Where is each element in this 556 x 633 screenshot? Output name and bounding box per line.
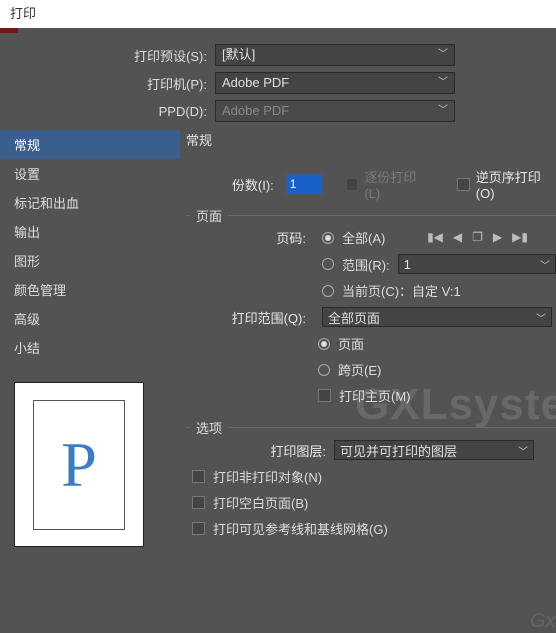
pages-current-label: 当前页(C)：自定 V:1	[342, 281, 461, 300]
prev-page-icon[interactable]: ◀	[453, 230, 462, 244]
section-title: 常规	[186, 130, 556, 149]
first-page-icon[interactable]: ▮◀	[427, 230, 443, 244]
print-guides-checkbox[interactable]	[192, 522, 205, 535]
printrange-label: 打印范围(Q):	[190, 308, 314, 327]
chevron-down-icon: ﹀	[438, 45, 448, 65]
sidebar-item-advanced[interactable]: 高级	[0, 304, 180, 333]
sidebar-item-general[interactable]: 常规	[0, 130, 180, 159]
pages-all-radio[interactable]	[322, 232, 334, 244]
print-blank-checkbox[interactable]	[192, 496, 205, 509]
options-legend: 选项	[190, 418, 228, 437]
collate-label: 逐份打印(L)	[364, 167, 429, 201]
main-panel: 打印预设(S): [默认]﹀ 打印机(P): Adobe PDF﹀ PPD(D)…	[0, 28, 556, 547]
sidebar-item-marks[interactable]: 标记和出血	[0, 188, 180, 217]
sequence-page-label: 页面	[338, 334, 364, 353]
print-blank-label: 打印空白页面(B)	[213, 493, 308, 512]
copies-input[interactable]	[286, 174, 322, 194]
chevron-down-icon: ﹀	[438, 101, 448, 121]
reverse-checkbox[interactable]	[457, 178, 470, 191]
preview-inner: P	[33, 400, 125, 530]
preset-select[interactable]: [默认]﹀	[215, 44, 455, 66]
ppd-label: PPD(D):	[100, 104, 215, 119]
sidebar-item-summary[interactable]: 小结	[0, 333, 180, 362]
sequence-page-radio[interactable]	[318, 338, 330, 350]
next-page-icon[interactable]: ▶	[493, 230, 502, 244]
chevron-down-icon: ﹀	[540, 257, 550, 272]
printrange-select[interactable]: 全部页面﹀	[322, 307, 552, 327]
printer-select[interactable]: Adobe PDF﹀	[215, 72, 455, 94]
print-masters-label: 打印主页(M)	[339, 386, 411, 405]
pages-current-radio[interactable]	[322, 285, 334, 297]
chevron-down-icon: ﹀	[536, 310, 546, 325]
options-fieldset: 选项 打印图层: 可见并可打印的图层﹀ 打印非打印对象(N) 打印空白页面(B)	[186, 427, 556, 538]
copies-label: 份数(I):	[220, 175, 274, 194]
chevron-down-icon: ﹀	[518, 443, 528, 458]
preview-glyph: P	[61, 428, 97, 502]
sidebar-item-graphics[interactable]: 图形	[0, 246, 180, 275]
preset-label: 打印预设(S):	[100, 46, 215, 65]
print-guides-label: 打印可见参考线和基线网格(G)	[213, 519, 388, 538]
print-masters-checkbox[interactable]	[318, 389, 331, 402]
sidebar-item-output[interactable]: 输出	[0, 217, 180, 246]
pages-range-radio[interactable]	[322, 258, 334, 270]
accent-bar	[0, 28, 18, 33]
page-preview: P	[14, 382, 144, 547]
page-nav: ▮◀ ◀ ❐ ▶ ▶▮	[427, 230, 528, 244]
sidebar: 常规 设置 标记和出血 输出 图形 颜色管理 高级 小结 P	[0, 130, 180, 547]
spread-icon[interactable]: ❐	[472, 230, 483, 244]
sequence-spread-radio[interactable]	[318, 364, 330, 376]
ppd-select[interactable]: Adobe PDF﹀	[215, 100, 455, 122]
window-title: 打印	[0, 0, 556, 28]
collate-checkbox	[346, 178, 359, 191]
reverse-label: 逆页序打印(O)	[476, 167, 556, 201]
sidebar-item-setup[interactable]: 设置	[0, 159, 180, 188]
content-area: GXLsystem Gxlsystem.com 常规 份数(I): 逐份打印(L…	[180, 130, 556, 547]
pages-legend: 页面	[190, 206, 228, 225]
print-nonprint-checkbox[interactable]	[192, 470, 205, 483]
pages-range-label: 范围(R):	[342, 255, 390, 274]
printer-label: 打印机(P):	[100, 74, 215, 93]
print-nonprint-label: 打印非打印对象(N)	[213, 467, 322, 486]
watermark-2: Gxlsystem.com	[530, 610, 556, 633]
chevron-down-icon: ﹀	[438, 73, 448, 93]
pages-fieldset: 页面 ▮◀ ◀ ❐ ▶ ▶▮ 页码: 全部(A) 范围(R):	[186, 215, 556, 405]
sequence-spread-label: 跨页(E)	[338, 360, 381, 379]
print-layer-select[interactable]: 可见并可打印的图层﹀	[334, 440, 534, 460]
print-layer-label: 打印图层:	[246, 441, 326, 460]
sidebar-item-color[interactable]: 颜色管理	[0, 275, 180, 304]
last-page-icon[interactable]: ▶▮	[512, 230, 528, 244]
page-number-label: 页码:	[214, 228, 314, 247]
pages-all-label: 全部(A)	[342, 228, 385, 247]
pages-range-input[interactable]: 1﹀	[398, 254, 556, 274]
